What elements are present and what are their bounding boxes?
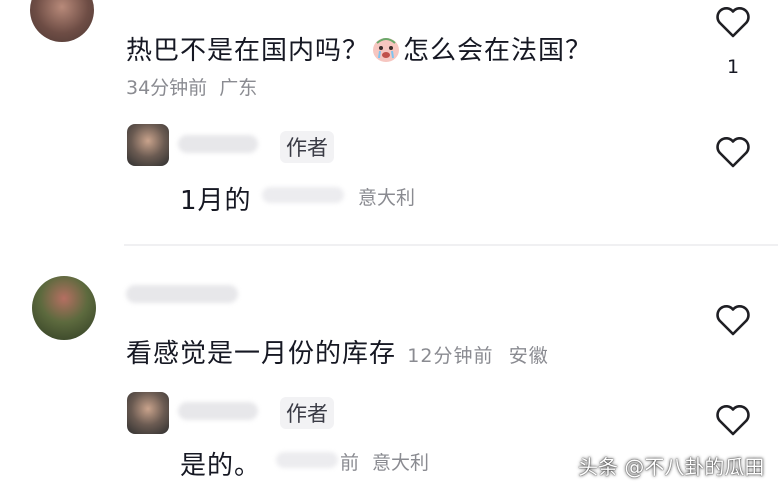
author-name-blurred bbox=[178, 402, 258, 420]
reply-time-blurred bbox=[262, 187, 344, 203]
reply-text: 1月的 bbox=[180, 186, 252, 216]
commenter-avatar[interactable] bbox=[32, 276, 96, 340]
reply-time-suffix: 前 bbox=[340, 452, 360, 474]
comment-text-part: 看感觉是一月份的库存 bbox=[126, 339, 397, 369]
author-avatar[interactable] bbox=[127, 124, 169, 166]
author-tag: 作者 bbox=[280, 397, 334, 429]
reply-time-blurred bbox=[276, 452, 338, 468]
comment-text-part: 怎么会在法国？ bbox=[403, 36, 593, 66]
commenter-avatar[interactable] bbox=[30, 0, 94, 42]
reply-location: 意大利 bbox=[372, 452, 430, 474]
crying-face-icon bbox=[371, 34, 401, 64]
author-avatar[interactable] bbox=[127, 392, 169, 434]
heart-outline-icon[interactable] bbox=[713, 400, 753, 440]
heart-outline-icon[interactable] bbox=[713, 300, 753, 340]
comment-location: 安徽 bbox=[508, 345, 549, 367]
heart-outline-icon[interactable] bbox=[713, 132, 753, 172]
commenter-name-blurred bbox=[126, 285, 238, 303]
comment-meta: 34分钟前 广东 bbox=[126, 73, 257, 100]
comment-time: 12分钟前 bbox=[407, 345, 494, 367]
divider bbox=[124, 244, 778, 246]
comment-text: 看感觉是一月份的库存 12分钟前 安徽 bbox=[126, 333, 549, 370]
author-name-blurred bbox=[178, 135, 258, 153]
comment-location: 广东 bbox=[219, 77, 258, 99]
heart-outline-icon[interactable] bbox=[713, 2, 753, 42]
watermark: 头条 @不八卦的瓜田 bbox=[578, 455, 765, 479]
like-count: 1 bbox=[726, 56, 740, 78]
comment-text: 热巴不是在国内吗？ 怎么会在法国？ bbox=[126, 30, 592, 67]
author-tag: 作者 bbox=[280, 131, 334, 163]
comment-time: 34分钟前 bbox=[126, 77, 208, 99]
reply-text: 是的。 bbox=[180, 451, 262, 481]
reply-location: 意大利 bbox=[358, 187, 416, 209]
comment-text-part: 热巴不是在国内吗？ bbox=[126, 36, 370, 66]
